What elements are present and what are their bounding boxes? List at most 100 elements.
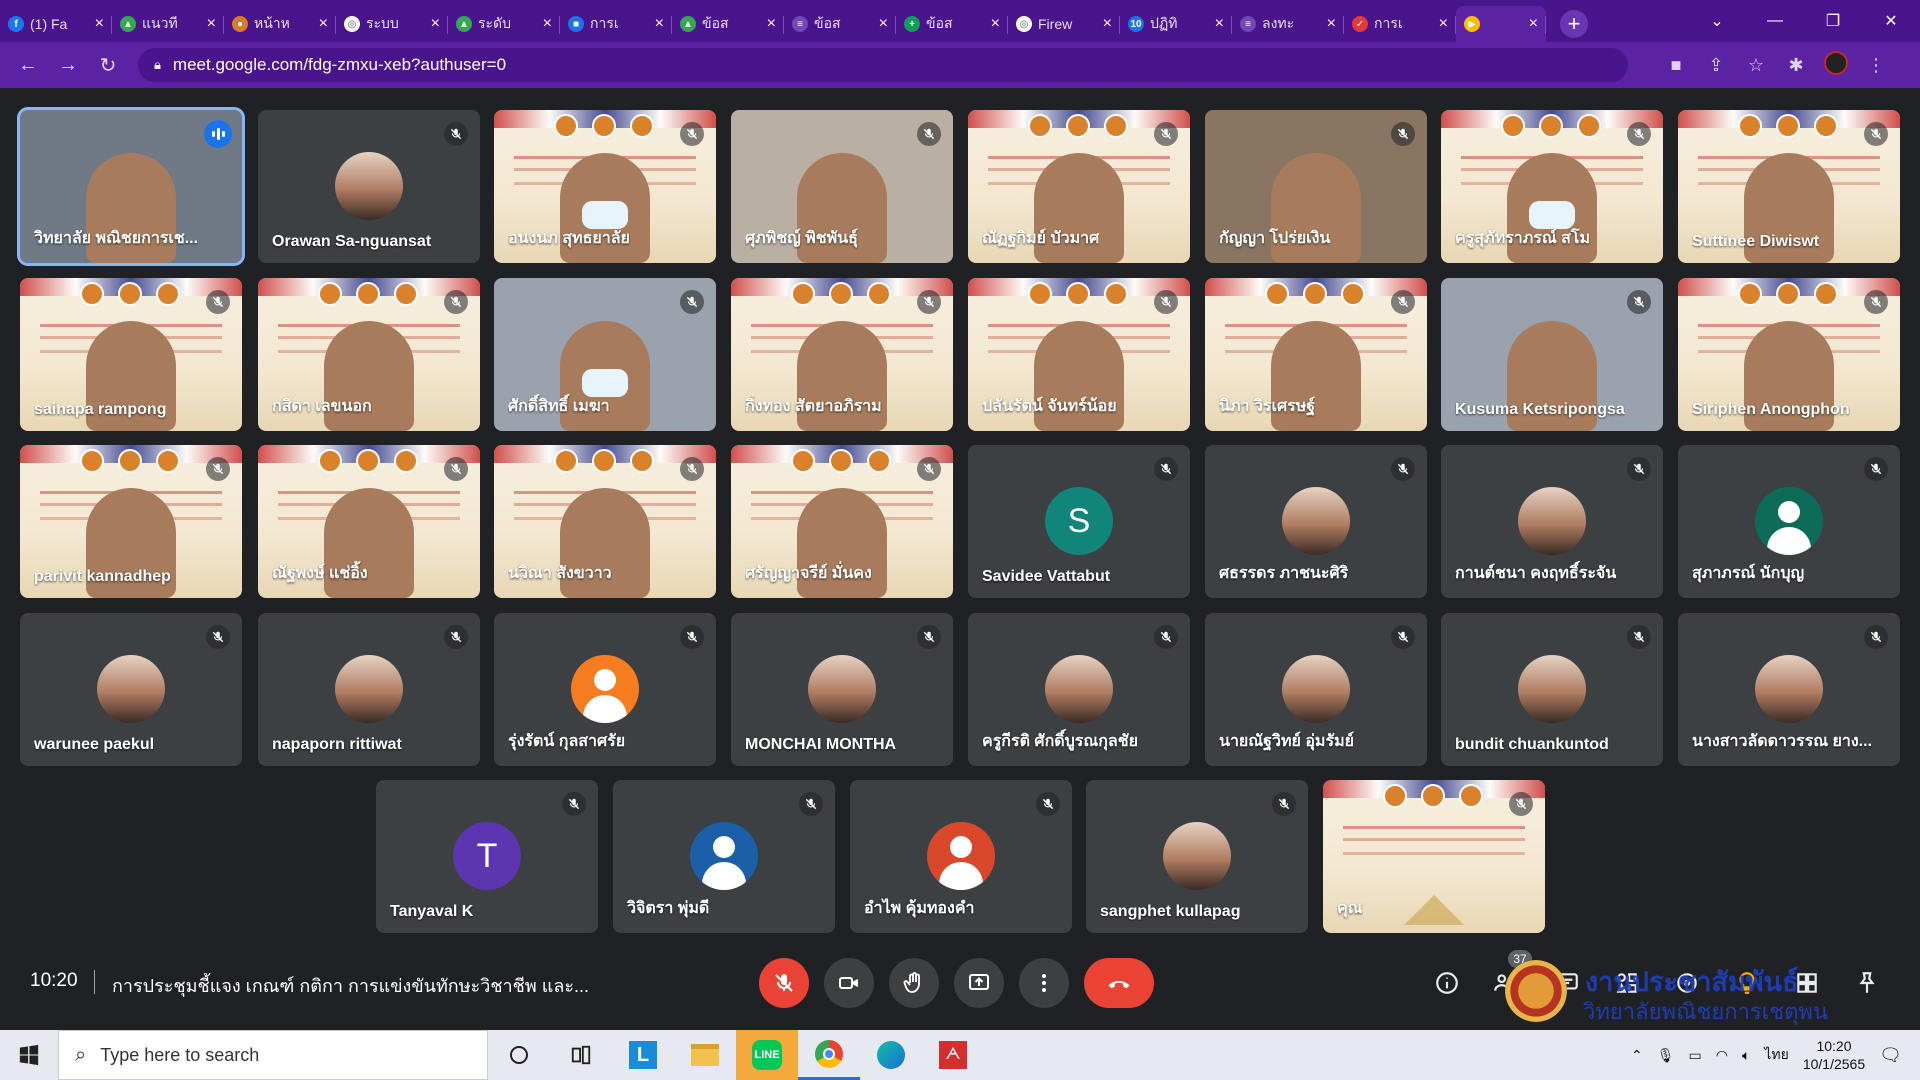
- participant-tile[interactable]: นายณัฐวิทย์ อุ่มรัมย์: [1205, 613, 1427, 766]
- participant-tile[interactable]: สุภาภรณ์ นักบุญ: [1678, 445, 1900, 598]
- restore-button[interactable]: ❐: [1804, 11, 1862, 31]
- participant-tile[interactable]: ศรัญญาจรีย์ มั่นคง: [731, 445, 953, 598]
- browser-tab[interactable]: ● หน้าห ×: [224, 6, 336, 42]
- browser-tab[interactable]: ▲ แนวที ×: [112, 6, 224, 42]
- participant-tile[interactable]: Orawan Sa-nguansat: [258, 110, 480, 263]
- tab-close-icon[interactable]: ×: [95, 15, 104, 33]
- battery-icon[interactable]: ▭: [1689, 1047, 1702, 1064]
- leave-call-button[interactable]: [1084, 958, 1154, 1008]
- tab-close-icon[interactable]: ×: [879, 15, 888, 33]
- chrome-icon[interactable]: [798, 1030, 860, 1080]
- line-app-icon[interactable]: LINE: [736, 1030, 798, 1080]
- participant-tile[interactable]: warunee paekul: [20, 613, 242, 766]
- participant-tile[interactable]: ศธรรดร ภาชนะศิริ: [1205, 445, 1427, 598]
- participant-tile[interactable]: T Tanyaval K: [376, 780, 598, 933]
- participant-tile[interactable]: Kusuma Ketsripongsa: [1441, 278, 1663, 431]
- participant-tile[interactable]: bundit chuankuntod: [1441, 613, 1663, 766]
- browser-tab[interactable]: ▶ ×: [1456, 6, 1546, 42]
- participant-tile[interactable]: ศุภพิชญ์ พิชพันธุ์: [731, 110, 953, 263]
- address-bar[interactable]: 🔒︎ meet.google.com/fdg-zmxu-xeb?authuser…: [138, 48, 1628, 82]
- present-screen-button[interactable]: [954, 958, 1004, 1008]
- participant-tile[interactable]: รุ่งรัตน์ กุลสาศรัย: [494, 613, 716, 766]
- tab-close-icon[interactable]: ×: [1529, 15, 1538, 33]
- browser-tab[interactable]: ≡ ลงทะ ×: [1232, 6, 1344, 42]
- participant-tile[interactable]: ปลันรัตน์ จันทร์น้อย: [968, 278, 1190, 431]
- more-options-button[interactable]: [1019, 958, 1069, 1008]
- file-explorer-icon[interactable]: [674, 1030, 736, 1080]
- app-l-icon[interactable]: L: [612, 1030, 674, 1080]
- edge-icon[interactable]: [860, 1030, 922, 1080]
- participant-tile[interactable]: ครูสุภัทราภรณ์ สโม: [1441, 110, 1663, 263]
- browser-tab[interactable]: ✓ การเ ×: [1344, 6, 1456, 42]
- participant-tile[interactable]: MONCHAI MONTHA: [731, 613, 953, 766]
- camera-button[interactable]: [824, 958, 874, 1008]
- close-window-button[interactable]: ✕: [1862, 11, 1920, 31]
- tab-close-icon[interactable]: ×: [319, 15, 328, 33]
- microphone-icon[interactable]: 🎙︎: [1657, 1047, 1675, 1064]
- tab-close-icon[interactable]: ×: [1439, 15, 1448, 33]
- wifi-icon[interactable]: ◠: [1716, 1047, 1728, 1064]
- lock-icon[interactable]: 🔒︎: [154, 57, 161, 73]
- browser-tab[interactable]: + ข้อส ×: [896, 6, 1008, 42]
- browser-tab[interactable]: ◎ ระบบ ×: [336, 6, 448, 42]
- meeting-details-icon[interactable]: [1432, 968, 1462, 998]
- participant-tile[interactable]: ศักดิ์สิทธิ์ เมฆา: [494, 278, 716, 431]
- participant-tile[interactable]: parivit kannadhep: [20, 445, 242, 598]
- browser-tab[interactable]: ◎ Firew ×: [1008, 6, 1120, 42]
- acrobat-icon[interactable]: ᗅ: [922, 1030, 984, 1080]
- new-tab-button[interactable]: +: [1560, 10, 1588, 38]
- participant-tile[interactable]: คุณ: [1323, 780, 1545, 933]
- forward-arrow-icon[interactable]: →: [48, 54, 88, 77]
- camera-icon[interactable]: ■: [1656, 55, 1696, 76]
- minimize-button[interactable]: —: [1746, 12, 1804, 30]
- browser-tab[interactable]: ▲ ข้อส ×: [672, 6, 784, 42]
- participant-tile[interactable]: วิจิตรา พุ่มดี: [613, 780, 835, 933]
- participant-tile[interactable]: อนงนภ สุทธยาลัย: [494, 110, 716, 263]
- tab-close-icon[interactable]: ×: [1327, 15, 1336, 33]
- cortana-icon[interactable]: [488, 1030, 550, 1080]
- tab-close-icon[interactable]: ×: [767, 15, 776, 33]
- participant-tile[interactable]: วิทยาลัย พณิชยการเช...: [17, 107, 245, 266]
- browser-tab[interactable]: ≡ ข้อส ×: [784, 6, 896, 42]
- back-arrow-icon[interactable]: ←: [8, 54, 48, 77]
- reload-icon[interactable]: ↻: [88, 53, 128, 78]
- tab-close-icon[interactable]: ×: [207, 15, 216, 33]
- taskbar-clock[interactable]: 10:20 10/1/2565: [1803, 1037, 1865, 1073]
- participant-tile[interactable]: กิ่งทอง สัตยาอภิราม: [731, 278, 953, 431]
- menu-kebab-icon[interactable]: ⋮: [1856, 55, 1896, 76]
- participant-tile[interactable]: ครูกีรติ ศักดิ์บูรณกุลชัย: [968, 613, 1190, 766]
- extensions-icon[interactable]: ✱: [1776, 55, 1816, 76]
- participant-tile[interactable]: napaporn rittiwat: [258, 613, 480, 766]
- participant-tile[interactable]: นางสาวลัดดาวรรณ ยาง...: [1678, 613, 1900, 766]
- mic-off-button[interactable]: [759, 958, 809, 1008]
- participant-tile[interactable]: นิภา วิรเศรษฐ์: [1205, 278, 1427, 431]
- taskbar-search-box[interactable]: ⌕ Type here to search: [58, 1030, 488, 1080]
- raise-hand-button[interactable]: [889, 958, 939, 1008]
- tab-close-icon[interactable]: ×: [991, 15, 1000, 33]
- notifications-icon[interactable]: 🗨︎: [1879, 1045, 1902, 1066]
- tab-close-icon[interactable]: ×: [655, 15, 664, 33]
- participant-tile[interactable]: sainapa rampong: [20, 278, 242, 431]
- participant-tile[interactable]: อำไพ คุ้มทองคำ: [850, 780, 1072, 933]
- browser-tab[interactable]: ▲ ระดับ ×: [448, 6, 560, 42]
- tab-close-icon[interactable]: ×: [1103, 15, 1112, 33]
- tab-close-icon[interactable]: ×: [1215, 15, 1224, 33]
- participant-tile[interactable]: sangphet kullapag: [1086, 780, 1308, 933]
- task-view-icon[interactable]: [550, 1030, 612, 1080]
- participant-tile[interactable]: ณัฏฐกิมย์ บัวมาศ: [968, 110, 1190, 263]
- speaker-icon[interactable]: 🔈︎: [1742, 1047, 1750, 1064]
- chevron-up-icon[interactable]: ⌃: [1631, 1047, 1643, 1064]
- tab-close-icon[interactable]: ×: [543, 15, 552, 33]
- input-language[interactable]: ไทย: [1764, 1044, 1788, 1066]
- browser-tab[interactable]: 10 ปฏิทิ ×: [1120, 6, 1232, 42]
- browser-tab[interactable]: f (1) Fa ×: [0, 6, 112, 42]
- tab-close-icon[interactable]: ×: [431, 15, 440, 33]
- participant-tile[interactable]: Siriphen Anongphon: [1678, 278, 1900, 431]
- windows-start-button[interactable]: [0, 1030, 58, 1080]
- participant-tile[interactable]: กสิดา เลขนอก: [258, 278, 480, 431]
- tab-search-icon[interactable]: ⌄: [1688, 11, 1746, 31]
- participant-tile[interactable]: กานต์ชนา คงฤทธิ์ระจัน: [1441, 445, 1663, 598]
- participant-tile[interactable]: นวิณา สังขวาว: [494, 445, 716, 598]
- star-icon[interactable]: ☆: [1736, 55, 1776, 76]
- share-icon[interactable]: ⇪: [1696, 55, 1736, 76]
